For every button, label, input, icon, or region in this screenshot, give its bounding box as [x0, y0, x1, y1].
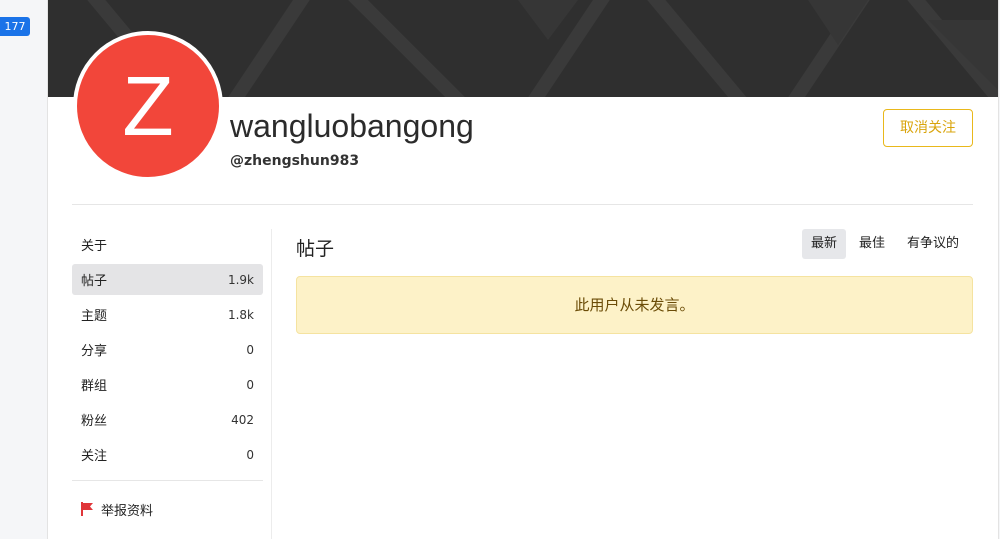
sidebar-item-count: 1.9k [227, 272, 254, 287]
sort-tab-latest[interactable]: 最新 [802, 229, 847, 259]
sidebar-item-followers[interactable]: 粉丝 402 [72, 404, 263, 435]
report-profile-link[interactable]: 举报资料 [72, 496, 263, 522]
avatar[interactable]: Z [73, 31, 223, 181]
sidebar-item-count: 1.8k [227, 307, 254, 322]
empty-posts-notice: 此用户从未发言。 [296, 276, 973, 334]
sidebar-item-label: 帖子 [81, 274, 108, 289]
sidebar-item-posts[interactable]: 帖子 1.9k [72, 264, 263, 295]
sidebar-item-about[interactable]: 关于 [72, 229, 263, 260]
sidebar-item-groups[interactable]: 群组 0 [72, 369, 263, 400]
sidebar-divider [72, 480, 263, 481]
sidebar-item-topics[interactable]: 主题 1.8k [72, 299, 263, 330]
flag-icon [81, 502, 93, 516]
sidebar-item-label: 粉丝 [81, 414, 108, 429]
profile-handle: @zhengshun983 [230, 153, 360, 169]
sidebar-item-label: 主题 [81, 309, 108, 324]
profile-card: Z wangluobangong @zhengshun983 取消关注 关于 帖… [47, 0, 999, 539]
sidebar-item-count: 0 [246, 377, 254, 392]
profile-sidebar: 关于 帖子 1.9k 主题 1.8k 分享 0 群组 0 粉丝 402 关注 0 [72, 229, 263, 522]
sidebar-item-count: 402 [231, 412, 254, 427]
sidebar-item-shares[interactable]: 分享 0 [72, 334, 263, 365]
report-label: 举报资料 [101, 503, 154, 519]
sidebar-item-label: 群组 [81, 379, 108, 394]
sidebar-item-count: 0 [246, 447, 254, 462]
unfollow-button[interactable]: 取消关注 [883, 109, 973, 147]
sidebar-item-count: 0 [246, 342, 254, 357]
sidebar-item-following[interactable]: 关注 0 [72, 439, 263, 470]
sort-tab-best[interactable]: 最佳 [850, 229, 894, 259]
sort-tab-controversial[interactable]: 有争议的 [898, 229, 968, 259]
sidebar-item-label: 关注 [81, 449, 108, 464]
sort-tabs: 最新 最佳 有争议的 [798, 229, 968, 259]
sidebar-item-label: 分享 [81, 344, 108, 359]
section-title: 帖子 [296, 238, 335, 260]
notification-badge[interactable]: 177 [0, 17, 30, 36]
profile-display-name: wangluobangong [230, 108, 474, 144]
sidebar-border [271, 229, 272, 539]
header-divider [72, 204, 973, 205]
sidebar-item-label: 关于 [81, 239, 108, 254]
